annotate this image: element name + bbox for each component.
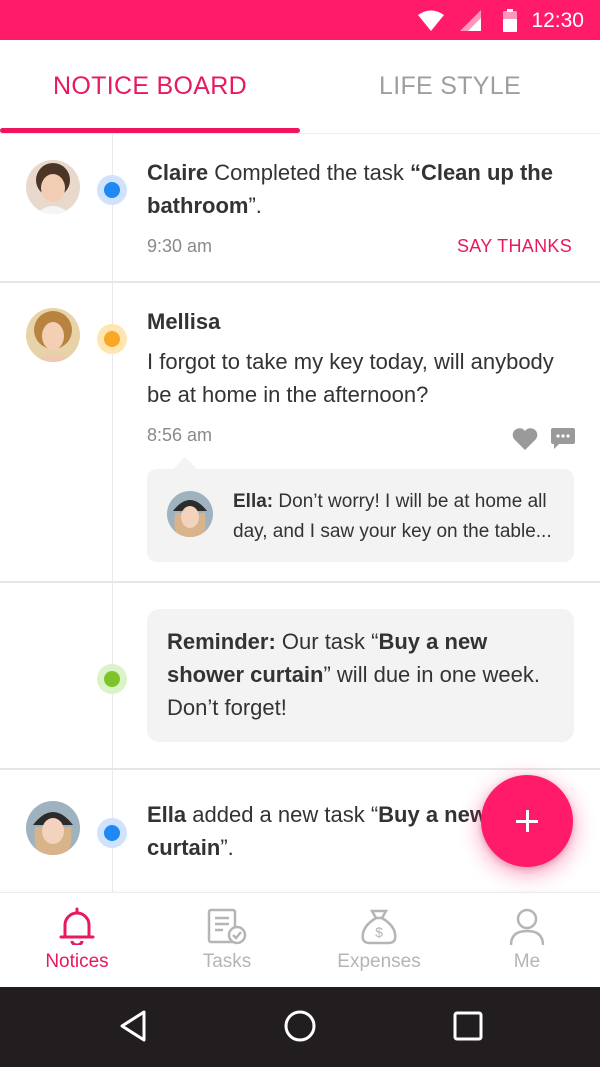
nav-label: Me — [513, 951, 541, 972]
bottom-nav: Notices Tasks $ Expenses Me — [0, 892, 600, 987]
notice-actor: Claire — [147, 160, 209, 185]
say-thanks-button[interactable]: SAY THANKS — [457, 236, 572, 257]
signal-icon — [460, 10, 481, 31]
person-icon — [509, 908, 545, 946]
tab-notice-board[interactable]: NOTICE BOARD — [0, 40, 300, 134]
timeline-line — [112, 134, 113, 892]
bell-icon — [59, 907, 95, 945]
timeline-dot — [97, 818, 127, 848]
reminder-card[interactable]: Reminder: Our task “Buy a new shower cur… — [147, 609, 574, 742]
notice-time: 8:56 am — [147, 425, 213, 445]
status-time: 12:30 — [531, 9, 584, 32]
row-divider — [0, 768, 600, 770]
home-icon[interactable] — [283, 1009, 317, 1043]
reply-author: Ella: — [233, 491, 274, 512]
nav-label: Notices — [45, 951, 109, 972]
nav-me[interactable]: Me — [452, 893, 600, 988]
avatar-mellisa[interactable] — [26, 308, 80, 362]
notice-time: 9:30 am — [147, 236, 213, 256]
tab-life-style[interactable]: LIFE STYLE — [300, 40, 600, 134]
add-task-button[interactable] — [481, 775, 573, 867]
svg-text:$: $ — [375, 924, 383, 940]
reply-bubble[interactable]: Ella: Don’t worry! I will be at home all… — [147, 457, 574, 562]
nav-tasks[interactable]: Tasks — [152, 893, 302, 988]
timeline-dot — [97, 175, 127, 205]
back-icon[interactable] — [118, 1009, 148, 1043]
comment-icon[interactable] — [551, 428, 575, 450]
task-list-icon — [207, 908, 247, 945]
battery-icon — [503, 9, 517, 32]
recents-icon[interactable] — [452, 1009, 484, 1043]
timeline-dot — [97, 324, 127, 354]
avatar-ella — [167, 491, 213, 537]
notice-author: Mellisa — [147, 309, 221, 334]
row-divider — [0, 581, 600, 583]
avatar-claire[interactable] — [26, 160, 80, 214]
nav-label: Expenses — [337, 951, 421, 972]
heart-icon[interactable] — [512, 428, 538, 450]
money-bag-icon: $ — [361, 909, 397, 945]
top-tabs: NOTICE BOARD LIFE STYLE — [0, 40, 600, 134]
status-bar: 12:30 — [0, 0, 600, 40]
tab-indicator — [0, 128, 300, 133]
nav-expenses[interactable]: $ Expenses — [304, 893, 454, 988]
nav-label: Tasks — [202, 951, 252, 972]
notice-message: I forgot to take my key today, will anyb… — [147, 349, 554, 407]
wifi-icon — [418, 10, 444, 31]
notice-actor: Ella — [147, 802, 187, 827]
system-nav-bar — [0, 987, 600, 1067]
reminder-text: Reminder: Our task “Buy a new shower cur… — [167, 629, 540, 720]
notice-text: Claire Completed the task “Clean up the … — [147, 160, 553, 218]
nav-notices[interactable]: Notices — [2, 893, 152, 988]
reply-text: Ella: Don’t worry! I will be at home all… — [233, 491, 552, 542]
avatar-ella[interactable] — [26, 801, 80, 855]
reply-notch — [173, 457, 197, 469]
row-divider — [0, 281, 600, 283]
timeline-dot — [97, 664, 127, 694]
